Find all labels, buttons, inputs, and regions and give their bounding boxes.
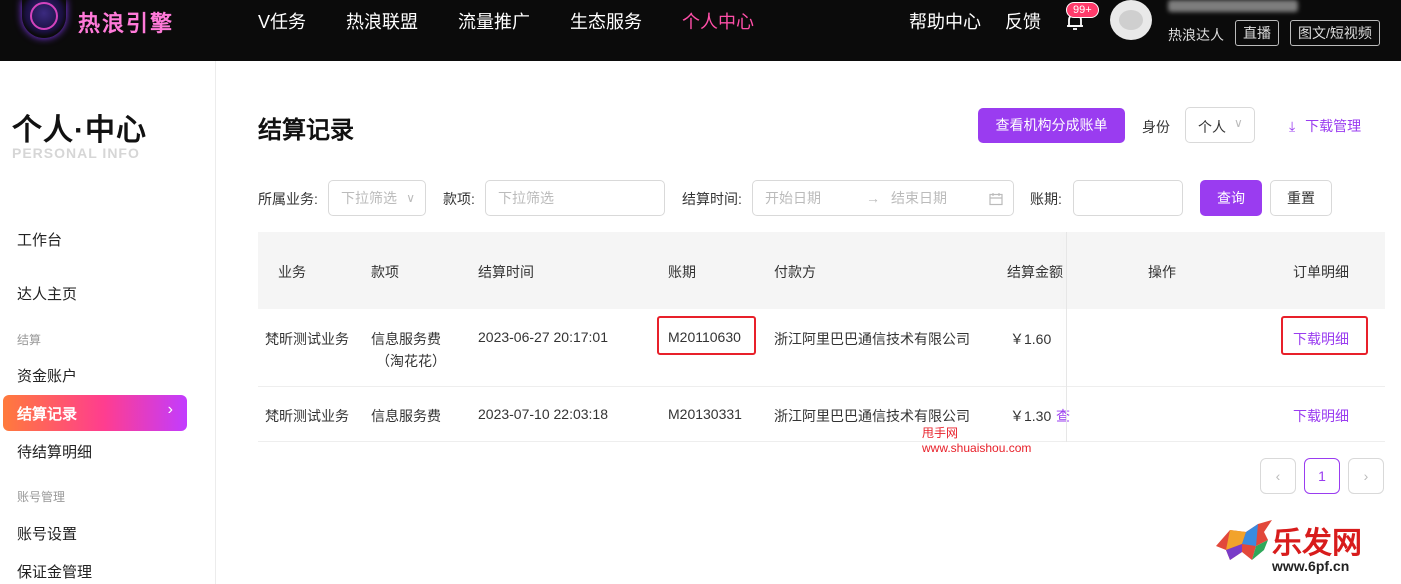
view-org-bill-button[interactable]: 查看机构分成账单 xyxy=(978,108,1125,143)
user-role: 热浪达人 xyxy=(1168,27,1224,43)
watermark-logo2: 乐发网 xyxy=(1272,526,1362,561)
col-operation: 操作 xyxy=(1148,264,1176,280)
pagination-page-1[interactable]: 1 xyxy=(1304,458,1340,494)
sidebar-item-deposit[interactable]: 保证金管理 xyxy=(17,561,92,582)
help-center-link[interactable]: 帮助中心 xyxy=(909,8,981,34)
feedback-link[interactable]: 反馈 xyxy=(1005,8,1041,34)
col-business: 业务 xyxy=(278,264,306,280)
download-manage-link[interactable]: ⤓ 下载管理 xyxy=(1289,116,1361,136)
brand-logo-icon[interactable] xyxy=(22,0,66,38)
date-range-picker[interactable]: 开始日期 → 结束日期 xyxy=(752,180,1014,216)
sidebar-item-homepage[interactable]: 达人主页 xyxy=(17,283,77,304)
col-amount: 结算金额 xyxy=(1007,264,1063,280)
identity-value: 个人 xyxy=(1198,119,1226,135)
view-link-partial[interactable]: 查 xyxy=(1056,406,1070,426)
sidebar-item-workbench[interactable]: 工作台 xyxy=(17,229,62,250)
cell-time: 2023-07-10 22:03:18 xyxy=(478,406,608,422)
brand-logo-text[interactable]: 热浪引擎 xyxy=(78,6,174,38)
time-filter-label: 结算时间: xyxy=(682,191,742,207)
page-title: 结算记录 xyxy=(258,117,354,144)
identity-label: 身份 xyxy=(1142,119,1170,135)
table-row: 梵昕测试业务 信息服务费 （淘花花） 2023-06-27 20:17:01 M… xyxy=(258,309,1385,387)
highlight-box-period xyxy=(657,316,756,355)
col-time: 结算时间 xyxy=(478,264,534,280)
sidebar: 个人·中心 PERSONAL INFO 工作台 达人主页 结算 资金账户 结算记… xyxy=(0,61,216,584)
video-tag-button[interactable]: 图文/短视频 xyxy=(1290,20,1380,46)
chevron-right-icon: › xyxy=(167,401,173,418)
identity-select[interactable]: 个人 ∨ xyxy=(1185,107,1255,143)
notification-badge: 99+ xyxy=(1066,2,1099,18)
nav-item-traffic[interactable]: 流量推广 xyxy=(458,8,530,34)
sidebar-subtitle: PERSONAL INFO xyxy=(12,145,140,161)
cell-time: 2023-06-27 20:17:01 xyxy=(478,329,608,345)
cell-period: M20130331 xyxy=(668,406,742,422)
watermark-site-cn: 甩手网 xyxy=(922,426,959,440)
chevron-down-icon: ∨ xyxy=(406,191,415,205)
watermark-logo2-url: www.6pf.cn xyxy=(1272,558,1350,574)
cell-business: 梵昕测试业务 xyxy=(265,331,349,347)
sidebar-item-account-settings[interactable]: 账号设置 xyxy=(17,523,77,544)
bull-logo-icon xyxy=(1216,520,1272,560)
pagination-next-button[interactable]: › xyxy=(1348,458,1384,494)
col-period: 账期 xyxy=(668,264,696,280)
watermark-site-url: www.shuaishou.com xyxy=(922,441,1032,455)
col-order-detail: 订单明细 xyxy=(1293,264,1349,280)
main-nav: V任务 热浪联盟 流量推广 生态服务 个人中心 xyxy=(258,8,794,34)
col-item: 款项 xyxy=(371,264,399,280)
cell-amount: ￥1.30 xyxy=(1010,408,1052,424)
table-header: 业务 款项 结算时间 账期 付款方 结算金额 操作 订单明细 xyxy=(258,232,1385,309)
cell-amount: ￥1.60 xyxy=(1010,331,1052,347)
cell-business: 梵昕测试业务 xyxy=(265,408,349,424)
period-filter-label: 账期: xyxy=(1030,191,1062,207)
download-manage-label: 下载管理 xyxy=(1305,118,1362,134)
nav-item-alliance[interactable]: 热浪联盟 xyxy=(346,8,418,34)
sidebar-item-pending[interactable]: 待结算明细 xyxy=(17,441,92,462)
avatar[interactable] xyxy=(1110,0,1152,40)
cell-item: 信息服务费 xyxy=(371,331,441,347)
username-blurred xyxy=(1168,0,1298,12)
cell-payer: 浙江阿里巴巴通信技术有限公司 xyxy=(774,408,970,424)
item-filter-select[interactable]: 下拉筛选 xyxy=(485,180,665,216)
cell-item: 信息服务费 xyxy=(371,408,441,424)
cell-payer: 浙江阿里巴巴通信技术有限公司 xyxy=(774,331,970,347)
highlight-box-download xyxy=(1281,316,1368,355)
download-icon: ⤓ xyxy=(1289,118,1296,134)
arrow-right-icon: → xyxy=(866,190,880,206)
top-navbar: 热浪引擎 V任务 热浪联盟 流量推广 生态服务 个人中心 帮助中心 反馈 99+… xyxy=(0,0,1401,61)
cell-item-sub: （淘花花） xyxy=(376,353,446,369)
sidebar-group-account: 账号管理 xyxy=(17,490,66,504)
pagination-prev-button[interactable]: ‹ xyxy=(1260,458,1296,494)
chevron-down-icon: ∨ xyxy=(1234,116,1243,130)
period-input[interactable] xyxy=(1073,180,1183,216)
calendar-icon xyxy=(989,193,1003,206)
nav-item-ecosystem[interactable]: 生态服务 xyxy=(570,8,642,34)
business-filter-placeholder: 下拉筛选 xyxy=(341,190,397,206)
col-payer: 付款方 xyxy=(774,264,816,280)
reset-button[interactable]: 重置 xyxy=(1270,180,1332,216)
nav-item-personal-center[interactable]: 个人中心 xyxy=(682,8,754,34)
query-button[interactable]: 查询 xyxy=(1200,180,1262,216)
nav-item-v-task[interactable]: V任务 xyxy=(258,8,306,34)
end-date-placeholder: 结束日期 xyxy=(891,190,947,206)
sidebar-item-fund-account[interactable]: 资金账户 xyxy=(17,365,77,386)
start-date-placeholder: 开始日期 xyxy=(765,190,821,206)
business-filter-select[interactable]: 下拉筛选 ∨ xyxy=(328,180,426,216)
fixed-column-divider xyxy=(1066,232,1067,442)
live-tag-button[interactable]: 直播 xyxy=(1235,20,1279,46)
item-filter-placeholder: 下拉筛选 xyxy=(498,190,554,206)
sidebar-group-settle: 结算 xyxy=(17,333,42,347)
sidebar-item-label: 结算记录 xyxy=(17,406,78,423)
item-filter-label: 款项: xyxy=(443,191,475,207)
sidebar-title: 个人·中心 xyxy=(12,114,147,147)
table-row: 梵昕测试业务 信息服务费 2023-07-10 22:03:18 M201303… xyxy=(258,387,1385,442)
business-filter-label: 所属业务: xyxy=(258,191,318,207)
sidebar-item-settle-record[interactable]: 结算记录 › xyxy=(3,395,187,431)
download-detail-link[interactable]: 下载明细 xyxy=(1293,406,1349,426)
